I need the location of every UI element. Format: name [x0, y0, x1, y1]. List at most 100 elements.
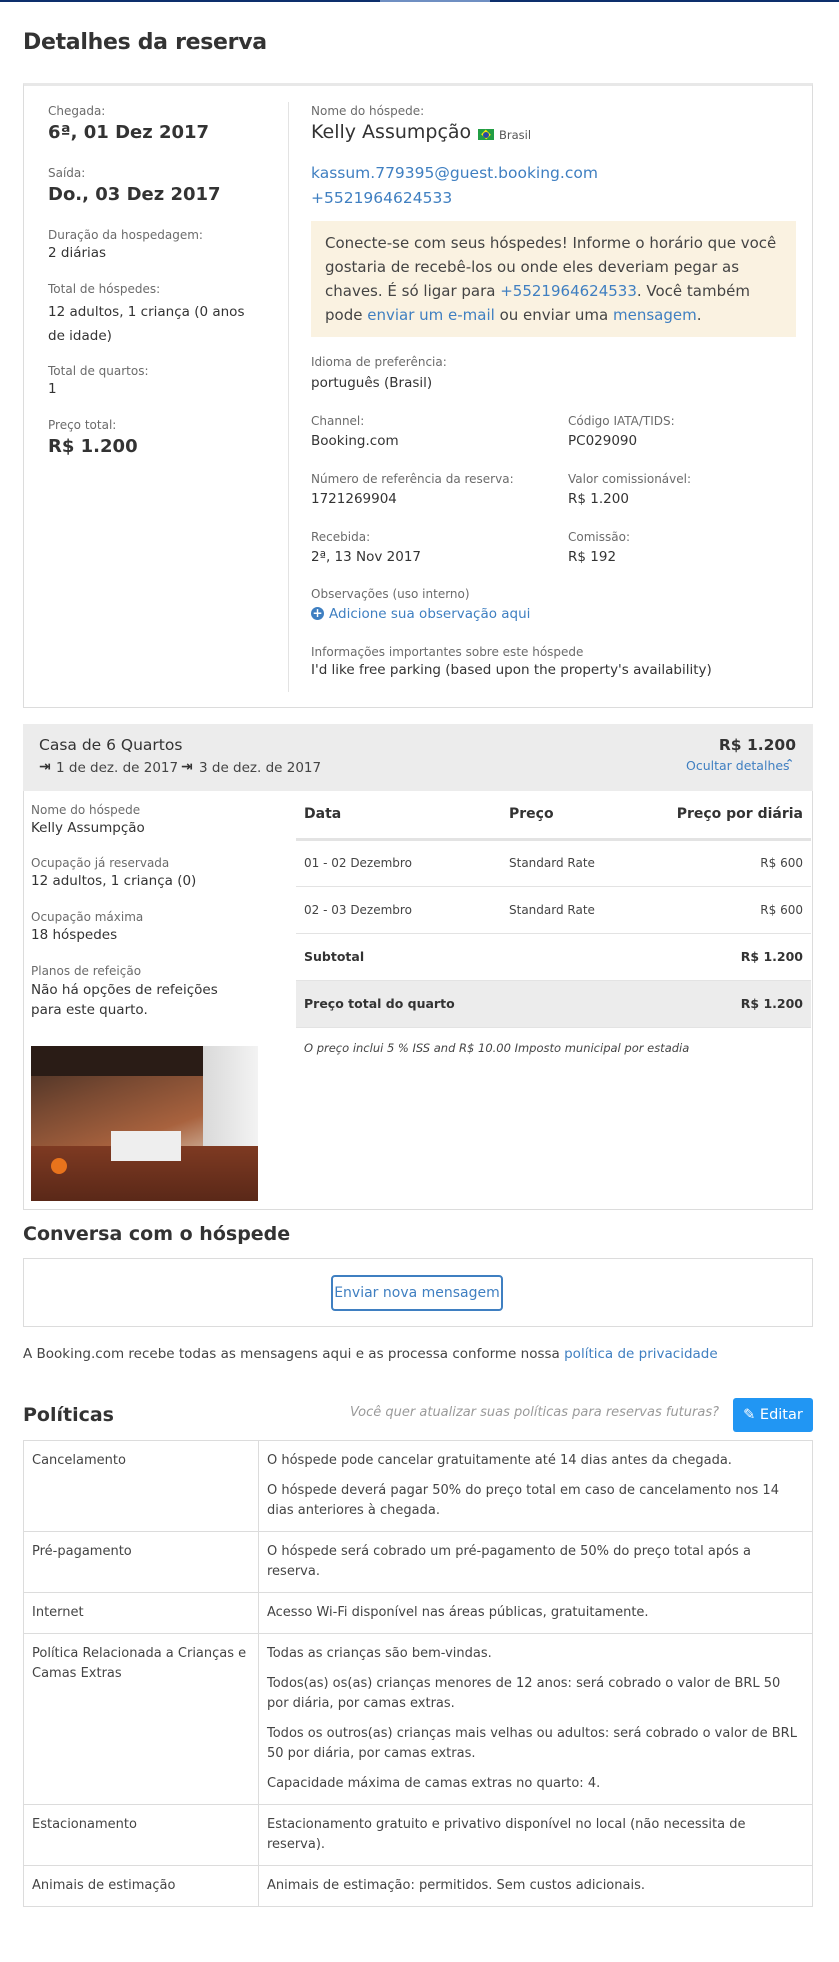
- max-occupancy-value: 18 hóspedes: [31, 927, 118, 943]
- row-date: 02 - 03 Dezembro: [296, 886, 501, 934]
- panel-divider: [288, 102, 289, 692]
- price-table: Data Preço Preço por diária 01 - 02 Deze…: [296, 791, 811, 1028]
- important-label: Informações importantes sobre este hóspe…: [311, 645, 584, 659]
- notes-label: Observações (uso interno): [311, 587, 470, 601]
- policy-line: Acesso Wi-Fi disponível nas áreas públic…: [267, 1605, 649, 1620]
- received-value: 2ª, 13 Nov 2017: [311, 549, 421, 565]
- policy-name: Cancelamento: [23, 1440, 259, 1532]
- guests-label: Total de hóspedes:: [48, 282, 161, 296]
- policy-row-parking: Estacionamento Estacionamento gratuito e…: [23, 1804, 813, 1866]
- policy-line: Todos(as) os(as) crianças menores de 12 …: [267, 1676, 781, 1711]
- price-value: R$ 1.200: [48, 436, 138, 457]
- language-label: Idioma de preferência:: [311, 355, 447, 369]
- policies-prompt: Você quer atualizar suas políticas para …: [350, 1405, 719, 1420]
- important-value: I'd like free parking (based upon the pr…: [311, 662, 712, 678]
- subtotal-label: Subtotal: [296, 933, 651, 981]
- arrival-value: 6ª, 01 Dez 2017: [48, 122, 210, 143]
- policy-text: O hóspede pode cancelar gratuitamente at…: [258, 1440, 813, 1532]
- chevron-up-icon[interactable]: ⌃: [785, 757, 794, 770]
- iata-label: Código IATA/TIDS:: [568, 414, 675, 428]
- policy-text: Animais de estimação: permitidos. Sem cu…: [258, 1865, 813, 1907]
- table-row: 01 - 02 Dezembro Standard Rate R$ 600: [296, 839, 811, 887]
- col-date: Data: [296, 791, 501, 841]
- price-label: Preço total:: [48, 418, 117, 432]
- meals-value: Não há opções de refeições para este qua…: [31, 982, 218, 1018]
- policy-name: Política Relacionada a Crianças e Camas …: [23, 1633, 259, 1805]
- notice-text-end: .: [696, 306, 702, 324]
- subtotal-value: R$ 1.200: [651, 933, 811, 981]
- tax-note: O preço inclui 5 % ISS and R$ 10.00 Impo…: [304, 1041, 690, 1055]
- page-title: Detalhes da reserva: [23, 30, 267, 55]
- edit-label: Editar: [759, 1407, 803, 1423]
- occupancy-label: Ocupação já reservada: [31, 856, 170, 870]
- policy-text: O hóspede será cobrado um pré-pagamento …: [258, 1531, 813, 1593]
- channel-label: Channel:: [311, 414, 365, 428]
- subtotal-row: Subtotal R$ 1.200: [296, 933, 811, 981]
- privacy-note: A Booking.com recebe todas as mensagens …: [23, 1346, 718, 1362]
- privacy-text: A Booking.com recebe todas as mensagens …: [23, 1346, 565, 1362]
- departure-value: Do., 03 Dez 2017: [48, 184, 221, 205]
- policy-line: Todas as crianças são bem-vindas.: [267, 1646, 492, 1661]
- language-value: português (Brasil): [311, 375, 433, 391]
- policy-name: Pré-pagamento: [23, 1531, 259, 1593]
- checkin-icon: ⇥: [39, 759, 51, 775]
- policy-row-children: Política Relacionada a Crianças e Camas …: [23, 1633, 813, 1805]
- row-amount: R$ 600: [651, 886, 811, 934]
- duration-label: Duração da hospedagem:: [48, 228, 203, 242]
- arrival-label: Chegada:: [48, 104, 106, 118]
- notice-text-or: ou enviar uma: [494, 306, 614, 324]
- ref-label: Número de referência da reserva:: [311, 472, 514, 486]
- guest-name: Kelly Assumpção: [311, 121, 472, 143]
- policy-name: Estacionamento: [23, 1804, 259, 1866]
- row-rate: Standard Rate: [501, 839, 651, 887]
- send-message-button[interactable]: Enviar nova mensagem: [331, 1275, 503, 1311]
- policy-line: O hóspede será cobrado um pré-pagamento …: [267, 1544, 751, 1579]
- room-price: R$ 1.200: [718, 736, 796, 754]
- top-bar: [0, 0, 839, 2]
- guest-email-link[interactable]: kassum.779395@guest.booking.com: [311, 164, 598, 182]
- total-row: Preço total do quarto R$ 1.200: [296, 980, 811, 1028]
- add-note-icon[interactable]: +: [311, 607, 324, 620]
- notice-message-link[interactable]: mensagem: [613, 306, 697, 324]
- meals-label: Planos de refeição: [31, 964, 142, 978]
- contact-notice: Conecte-se com seus hóspedes! Informe o …: [311, 221, 796, 337]
- col-price-per-night: Preço por diária: [651, 791, 811, 841]
- policy-row-cancellation: Cancelamento O hóspede pode cancelar gra…: [23, 1440, 813, 1532]
- commissionable-value: R$ 1.200: [568, 491, 629, 507]
- room-checkin: 1 de dez. de 2017: [56, 760, 179, 776]
- brazil-flag-icon: [478, 129, 494, 140]
- hide-details-link[interactable]: Ocultar detalhes: [686, 758, 790, 773]
- conversation-title: Conversa com o hóspede: [23, 1223, 291, 1245]
- rooms-label: Total de quartos:: [48, 364, 149, 378]
- policy-name: Internet: [23, 1592, 259, 1634]
- ref-value: 1721269904: [311, 491, 397, 507]
- guest-phone-link[interactable]: +5521964624533: [311, 189, 452, 207]
- pencil-icon: ✎: [743, 1407, 756, 1423]
- row-amount: R$ 600: [651, 839, 811, 887]
- notice-email-link[interactable]: enviar um e-mail: [367, 306, 495, 324]
- received-label: Recebida:: [311, 530, 371, 544]
- policy-text: Todas as crianças são bem-vindas. Todos(…: [258, 1633, 813, 1805]
- add-note-link[interactable]: Adicione sua observação aqui: [329, 606, 530, 622]
- guest-country: Brasil: [499, 128, 532, 142]
- iata-value: PC029090: [568, 433, 638, 449]
- policies-table: Cancelamento O hóspede pode cancelar gra…: [23, 1440, 813, 1907]
- occupancy-value: 12 adultos, 1 criança (0): [31, 873, 197, 889]
- total-value: R$ 1.200: [651, 980, 811, 1028]
- policy-name: Animais de estimação: [23, 1865, 259, 1907]
- room-photo[interactable]: [31, 1046, 258, 1201]
- room-guest-label: Nome do hóspede: [31, 803, 141, 817]
- duration-value: 2 diárias: [48, 245, 107, 261]
- commission-value: R$ 192: [568, 549, 617, 565]
- commission-label: Comissão:: [568, 530, 630, 544]
- privacy-link[interactable]: política de privacidade: [564, 1346, 718, 1362]
- top-bar-highlight: [380, 0, 490, 2]
- departure-label: Saída:: [48, 166, 86, 180]
- col-price: Preço: [501, 791, 651, 841]
- notice-phone-link[interactable]: +5521964624533: [500, 282, 637, 300]
- policy-line: Animais de estimação: permitidos. Sem cu…: [267, 1878, 645, 1893]
- edit-policies-button[interactable]: ✎ Editar: [733, 1398, 813, 1432]
- guest-name-label: Nome do hóspede:: [311, 104, 425, 118]
- policy-line: Todos os outros(as) crianças mais velhas…: [267, 1726, 797, 1761]
- policy-text: Estacionamento gratuito e privativo disp…: [258, 1804, 813, 1866]
